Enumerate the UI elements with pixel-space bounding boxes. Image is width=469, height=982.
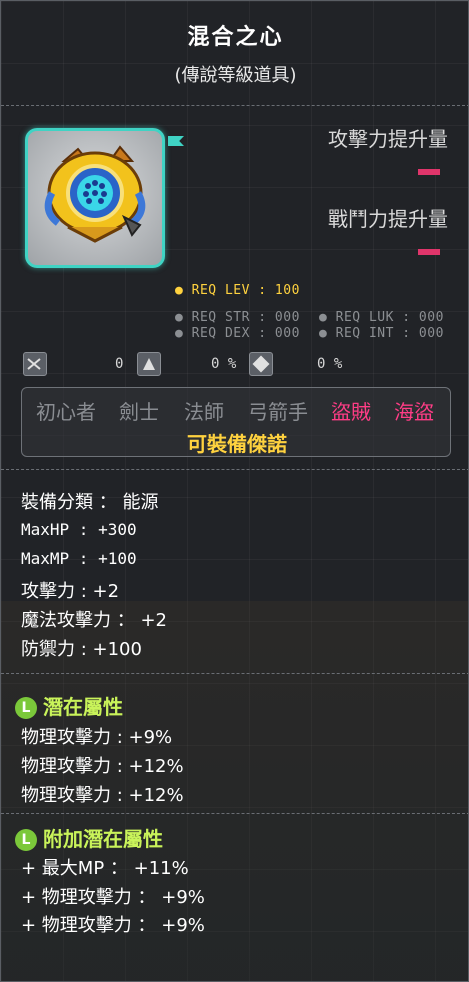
upgrade-hammer-icon — [137, 352, 161, 376]
star-force-icon — [249, 352, 273, 376]
combat-increase-dash-icon — [418, 249, 440, 255]
divider-potential — [1, 673, 468, 674]
potential-header: L 潛在屬性 — [15, 691, 123, 720]
bonus-potential-line: + 物理攻擊力 ： +9% — [21, 915, 205, 936]
bonus-potential-title: 附加潛在屬性 — [43, 827, 163, 851]
scissors-icon — [23, 352, 47, 376]
job-thief: 盜賊 — [331, 400, 371, 424]
job-beginner: 初心者 — [36, 400, 96, 424]
upgrade-success-rate: 0 % — [211, 356, 237, 372]
divider-stats — [1, 469, 468, 470]
stat-maxhp: MaxHP : +300 — [21, 520, 137, 539]
heart-emblem-icon — [44, 145, 146, 243]
stat-magic-attack: 魔法攻擊力 ： +2 — [21, 610, 167, 631]
potential-line: 物理攻擊力 : +12% — [21, 756, 184, 777]
stat-defense: 防禦力 : +100 — [21, 639, 142, 660]
potential-line: 物理攻擊力 : +12% — [21, 785, 184, 806]
legendary-flag-icon — [168, 136, 184, 146]
divider-top — [1, 105, 468, 106]
attack-increase-dash-icon — [418, 169, 440, 175]
potential-line: 物理攻擊力 : +9% — [21, 727, 173, 748]
job-requirements-box: 初心者 劍士 法師 弓箭手 盜賊 海盜 可裝備傑諾 — [21, 387, 451, 457]
job-warrior: 劍士 — [119, 400, 159, 424]
req-int: ● REQ INT : 000 — [319, 326, 444, 341]
combat-increase-label: 戰鬥力提升量 — [328, 207, 448, 231]
potential-title: 潛在屬性 — [43, 695, 123, 719]
job-bowman: 弓箭手 — [248, 400, 308, 424]
item-name: 混合之心 — [187, 25, 284, 50]
stat-attack: 攻擊力 : +2 — [21, 581, 120, 602]
job-pirate: 海盜 — [394, 400, 434, 424]
item-icon-frame — [25, 128, 165, 268]
stat-maxmp: MaxMP : +100 — [21, 549, 137, 568]
bonus-potential-line: + 物理攻擊力 ： +9% — [21, 887, 205, 908]
job-magician: 法師 — [184, 400, 224, 424]
req-str: ● REQ STR : 000 — [175, 310, 300, 325]
bonus-potential-header: L 附加潛在屬性 — [15, 823, 163, 852]
attack-increase-label: 攻擊力提升量 — [328, 127, 448, 151]
legendary-l-icon: L — [15, 697, 37, 719]
item-tooltip: 混合之心 (傳說等級道具) 攻擊力提升量 戰鬥力提升量 ● REQ LEV : … — [0, 0, 469, 982]
scissors-count: 0 — [115, 356, 124, 372]
equip-note: 可裝備傑諾 — [187, 432, 287, 456]
equip-category: 裝備分類 ： 能源 — [21, 492, 159, 513]
star-force-rate: 0 % — [317, 356, 343, 372]
bonus-potential-line: + 最大MP ： +11% — [21, 858, 189, 879]
req-dex: ● REQ DEX : 000 — [175, 326, 300, 341]
legendary-l-icon: L — [15, 829, 37, 851]
item-grade: (傳說等級道具) — [174, 65, 297, 86]
divider-bonus-potential — [1, 813, 468, 814]
req-level: ● REQ LEV : 100 — [175, 283, 300, 298]
req-luk: ● REQ LUK : 000 — [319, 310, 444, 325]
